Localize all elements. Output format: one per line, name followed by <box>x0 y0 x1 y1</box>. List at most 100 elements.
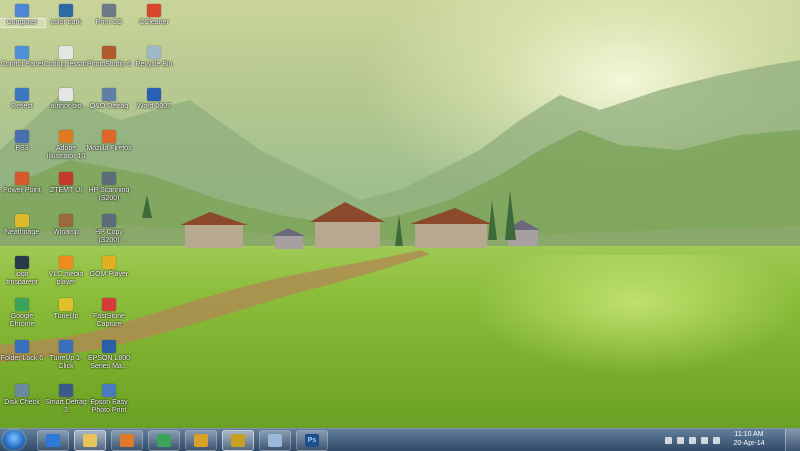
photoshop-icon: Ps <box>305 434 319 447</box>
image-file-icon <box>15 256 29 269</box>
photostudio-icon <box>102 46 116 59</box>
taskbar-paint-button[interactable] <box>185 430 217 451</box>
show-desktop-button[interactable] <box>785 429 800 451</box>
desktop-shortcut-label: TuneUp 1-Click <box>49 355 83 370</box>
network-icon[interactable] <box>689 436 696 444</box>
desktop-shortcut[interactable]: logo trnsparent <box>0 256 45 287</box>
desktop-shortcut[interactable]: O&O Defrag <box>86 88 132 111</box>
desktop-shortcut-label: Google Chrome <box>9 313 35 328</box>
desktop-shortcut-label: Word 2007 <box>136 103 172 110</box>
notepad-icon <box>268 434 282 447</box>
desktop-shortcut[interactable]: Google Chrome <box>0 298 45 329</box>
desktop-shortcut-label: Folder Lock 6 <box>0 355 44 362</box>
desktop-shortcut[interactable]: ZTEMT UI <box>43 172 89 195</box>
taskbar-internet-explorer-button[interactable] <box>37 430 69 451</box>
desktop-shortcut-label: TuneUp <box>53 313 79 320</box>
desktop-shortcut[interactable]: FastStone Capture <box>86 298 132 329</box>
media-player-icon <box>120 434 134 447</box>
desktop-shortcut[interactable]: Folder Lock 6 <box>0 340 45 363</box>
desktop-shortcut[interactable]: HP Copy (S200) <box>86 214 132 245</box>
copier-icon <box>102 214 116 227</box>
desktop-shortcut[interactable]: Power Point <box>0 172 45 195</box>
desktop-shortcut[interactable]: color bark <box>43 4 89 27</box>
taskbar-photoshop-button[interactable]: Ps <box>296 430 328 451</box>
desktop-shortcut[interactable]: NeatImage <box>0 214 45 237</box>
desktop-shortcut[interactable]: Recycle Bin <box>131 46 177 69</box>
desktop-shortcut[interactable]: HP Scanning (S200) <box>86 172 132 203</box>
desktop-shortcut[interactable]: TuneUp 1-Click <box>43 340 89 371</box>
illustrator-icon <box>59 130 73 143</box>
desktop-shortcut-label: CCleaner <box>139 19 169 26</box>
desktop-shortcut-label: NeatImage <box>4 229 40 236</box>
desktop-shortcut[interactable]: PhotoStudio 6 <box>86 46 132 69</box>
desktop-shortcut[interactable]: Smart Defrag 3 <box>43 384 89 415</box>
taskbar-winamp-button[interactable] <box>222 430 254 451</box>
signal-icon[interactable] <box>701 436 708 444</box>
desktop-shortcut-label: O&O Defrag <box>89 103 129 110</box>
taskbar-media-player-button[interactable] <box>111 430 143 451</box>
village-houses <box>180 202 540 249</box>
powerpoint-icon <box>15 172 29 185</box>
desktop-shortcut[interactable]: Word 2007 <box>131 88 177 111</box>
taskbar-notepad-button[interactable] <box>259 430 291 451</box>
desktop-shortcut[interactable]: GOM Player <box>86 256 132 279</box>
taskbar-folder-button[interactable] <box>74 430 106 451</box>
tuneup-icon <box>59 298 73 311</box>
desktop-shortcut-label: author bio <box>50 103 82 110</box>
desktop-shortcut[interactable]: Print CD <box>86 4 132 27</box>
smart-defrag-icon <box>59 384 73 397</box>
desktop-shortcut[interactable]: Computer <box>0 4 46 28</box>
desktop-shortcut-label: Winamp <box>53 229 79 236</box>
vlc-icon <box>59 256 73 269</box>
windows-start-icon[interactable] <box>3 430 25 450</box>
printer-icon <box>102 4 116 17</box>
flag-icon[interactable] <box>677 436 684 444</box>
taskbar: Ps 11:10 AM 20-Apr-14 <box>0 428 800 451</box>
desktop-shortcut[interactable]: PS3 <box>0 130 45 153</box>
desktop-shortcut-label: Reflect <box>11 103 33 110</box>
taskbar-chrome-button[interactable] <box>148 430 180 451</box>
desktop-shortcut[interactable]: Winamp <box>43 214 89 237</box>
desktop-shortcut[interactable]: Disk Check <box>0 384 45 407</box>
clock-date: 20-Apr-14 <box>733 440 765 447</box>
desktop-shortcut[interactable]: Epson Easy Photo Print <box>86 384 132 415</box>
internet-explorer-icon <box>46 434 60 447</box>
desktop-shortcut[interactable]: TuneUp <box>43 298 89 321</box>
desktop-shortcut-label: EPSON L800 Series Ma... <box>87 355 131 370</box>
desktop-shortcut[interactable]: VLC media player <box>43 256 89 287</box>
show-hidden-icon[interactable] <box>665 436 672 444</box>
desktop-shortcut[interactable]: Mozilla Firefox <box>86 130 132 153</box>
desktop-shortcut-label: Control Panel <box>0 61 44 68</box>
desktop-shortcut-label: HP Copy (S200) <box>95 229 123 244</box>
desktop-shortcut-label: Disk Check <box>4 399 40 406</box>
desktop-shortcut-label: Mozilla Firefox <box>86 145 132 152</box>
defrag-icon <box>102 88 116 101</box>
desktop-shortcut[interactable]: CCleaner <box>131 4 177 27</box>
desktop-shortcut[interactable]: Coding lesson <box>43 46 89 69</box>
desktop-shortcut-label: GOM Player <box>89 271 129 278</box>
desktop-shortcut-label: Recycle Bin <box>135 61 173 68</box>
desktop-shortcut-label: Epson Easy Photo Print <box>90 399 128 414</box>
desktop-shortcut[interactable]: EPSON L800 Series Ma... <box>86 340 132 371</box>
folder-lock-icon <box>15 340 29 353</box>
scanner-icon <box>102 172 116 185</box>
desktop-shortcut[interactable]: author bio <box>43 88 89 111</box>
desktop-shortcut[interactable]: Reflect <box>0 88 45 111</box>
desktop-shortcut[interactable]: Adobe Illustrator 10 <box>43 130 89 161</box>
firefox-icon <box>102 130 116 143</box>
volume-icon[interactable] <box>713 436 720 444</box>
desktop-shortcut[interactable]: Control Panel <box>0 46 45 69</box>
desktop-shortcut-label: logo trnsparent <box>6 271 38 286</box>
gom-player-icon <box>102 256 116 269</box>
chrome-icon <box>15 298 29 311</box>
ztemt-icon <box>59 172 73 185</box>
desktop-shortcut-label: PS3 <box>15 145 29 152</box>
ps3-icon <box>15 130 29 143</box>
taskbar-clock[interactable]: 11:10 AM 20-Apr-14 <box>724 430 774 448</box>
folder-icon <box>83 434 97 447</box>
desktop-shortcut-label: Smart Defrag 3 <box>45 399 87 414</box>
desktop-shortcut-label: Power Point <box>3 187 41 194</box>
tuneup-icon <box>59 340 73 353</box>
document-icon <box>59 88 73 101</box>
reflect-icon <box>15 88 29 101</box>
